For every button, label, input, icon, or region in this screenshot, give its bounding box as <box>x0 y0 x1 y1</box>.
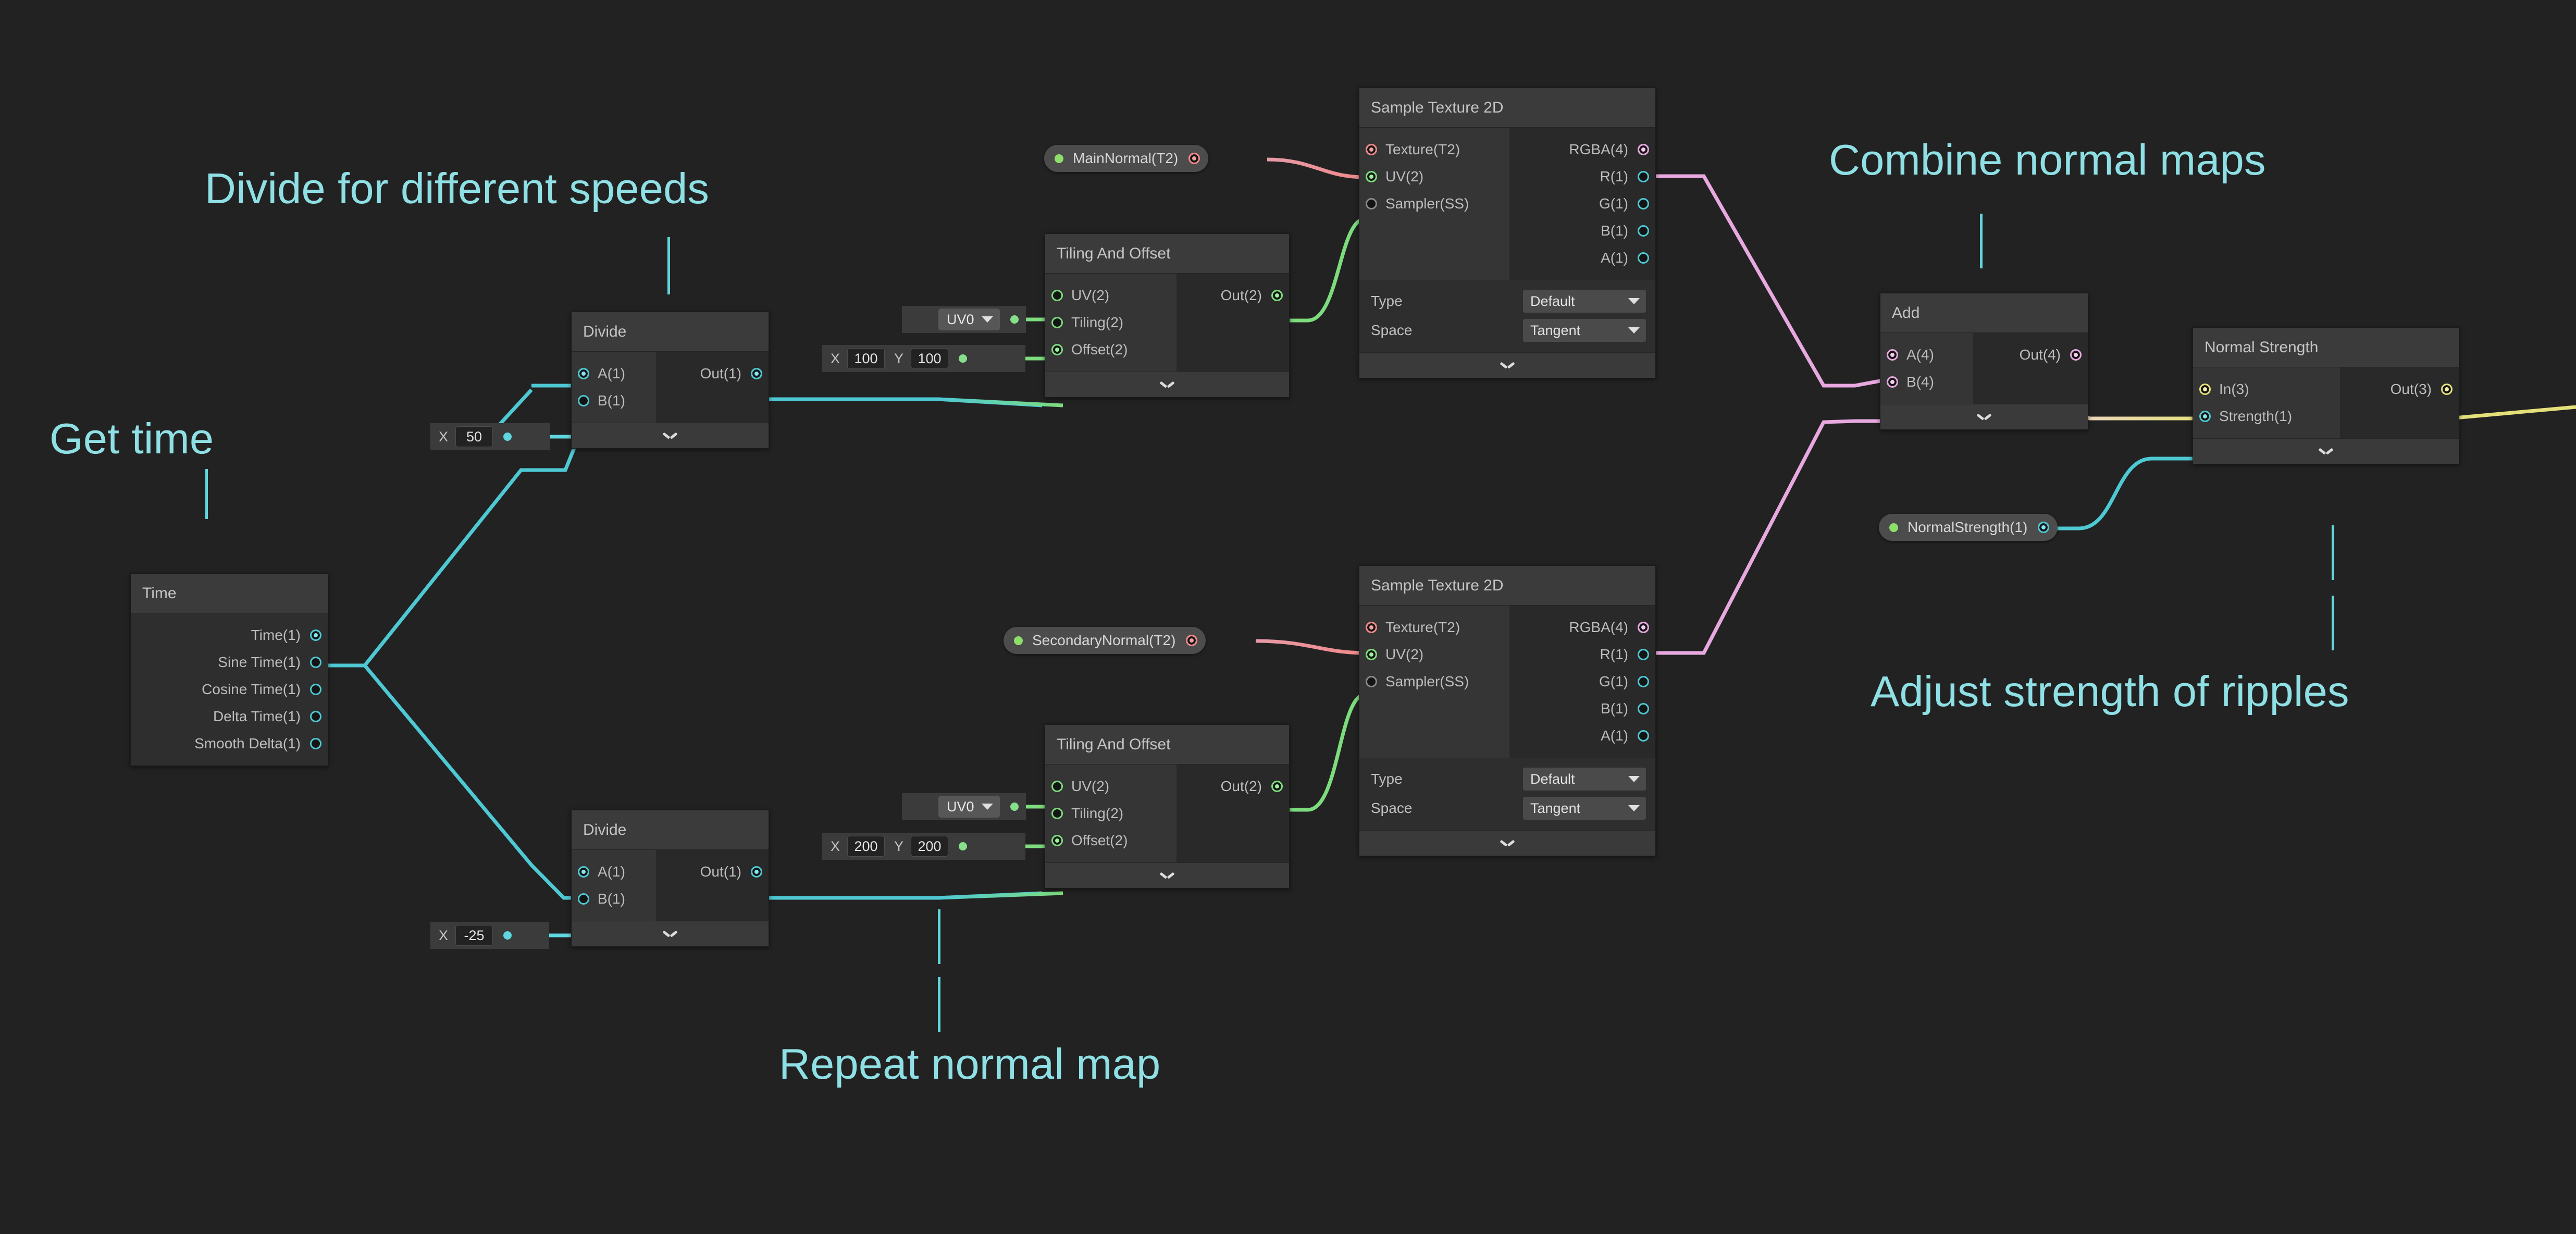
annotation-get-time-leader <box>205 469 208 519</box>
annotation-divide-speeds-leader <box>667 237 670 294</box>
annotation-combine-normals: Combine normal maps <box>1829 135 2266 184</box>
annotation-repeat-normal-leader-a <box>938 909 940 964</box>
annotation-combine-normals-leader <box>1980 214 1983 268</box>
annotation-repeat-normal-leader-b <box>938 977 940 1032</box>
annotation-get-time: Get time <box>49 414 214 463</box>
annotation-adjust-strength: Adjust strength of ripples <box>1871 667 2349 715</box>
shader-graph-canvas[interactable]: Get time Divide for different speeds Com… <box>0 0 2576 1234</box>
annotation-repeat-normal: Repeat normal map <box>779 1040 1161 1088</box>
annotation-adjust-strength-leader-b <box>2332 596 2334 650</box>
annotation-adjust-strength-leader-a <box>2332 525 2334 580</box>
annotation-divide-speeds: Divide for different speeds <box>205 164 710 213</box>
